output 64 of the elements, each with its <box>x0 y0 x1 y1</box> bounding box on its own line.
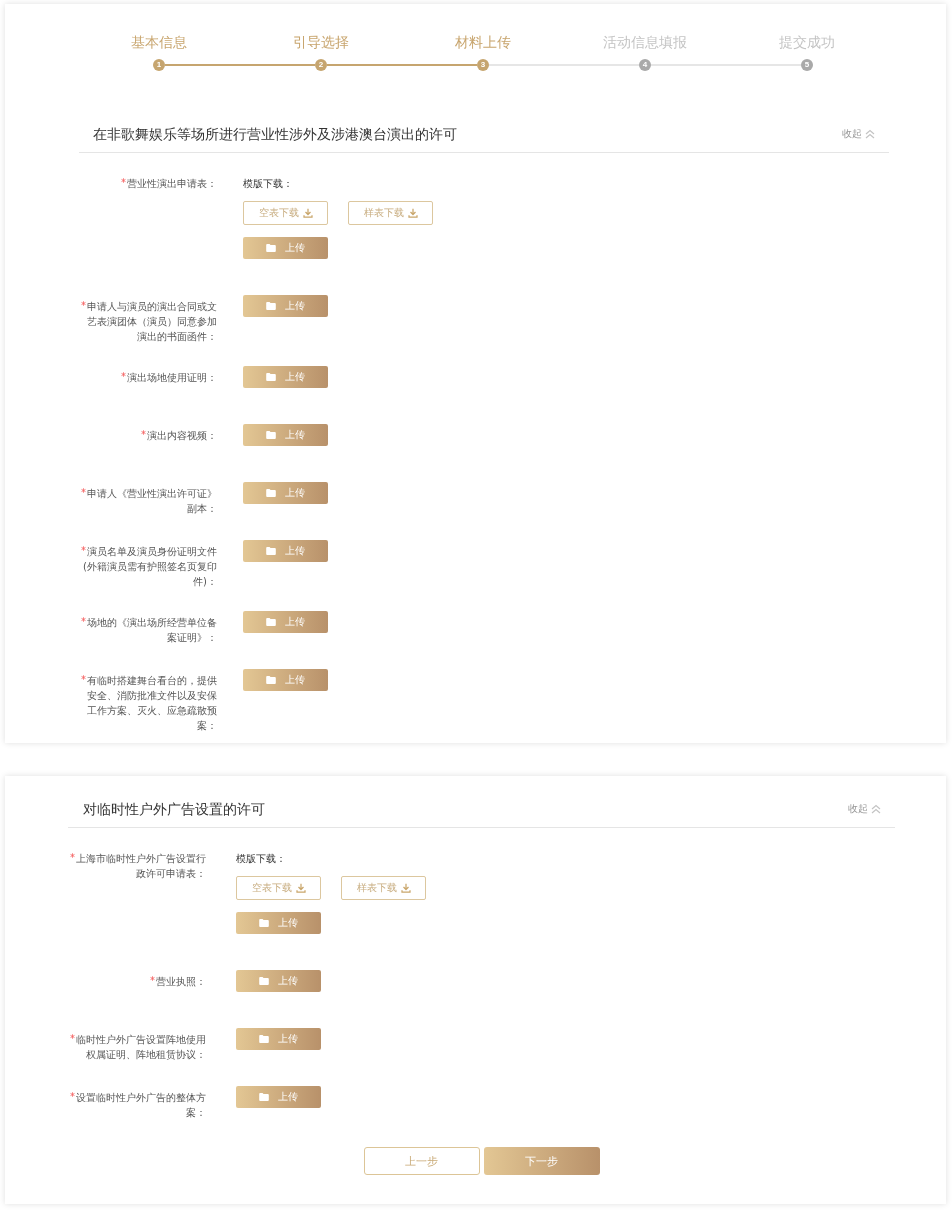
field-label: 营业执照： <box>156 976 206 987</box>
folder-icon <box>266 618 276 626</box>
step-circle: 2 <box>315 59 327 71</box>
step-circle: 1 <box>153 59 165 71</box>
upload-button[interactable]: 上传 <box>243 540 328 562</box>
upload-button[interactable]: 上传 <box>236 970 321 992</box>
download-icon <box>407 208 418 218</box>
folder-icon <box>266 676 276 684</box>
section-title: 对临时性户外广告设置的许可 <box>83 800 265 819</box>
download-button[interactable]: 样表下载 <box>341 876 426 900</box>
upload-button[interactable]: 上传 <box>236 1086 321 1108</box>
field-label: 演员名单及演员身份证明文件(外籍演员需有护照签名页复印件)： <box>83 546 217 587</box>
step-label: 材料上传 <box>455 34 511 50</box>
field-label: 演出场地使用证明： <box>127 372 217 383</box>
folder-icon <box>266 547 276 555</box>
upload-button[interactable]: 上传 <box>243 237 328 259</box>
field-label: 演出内容视频： <box>147 430 217 441</box>
folder-icon <box>266 373 276 381</box>
field-label: 申请人与演员的演出合同或文艺表演团体（演员）同意参加演出的书面函件： <box>87 301 217 342</box>
folder-icon <box>259 1093 269 1101</box>
field-label: 上海市临时性户外广告设置行政许可申请表： <box>76 853 206 879</box>
section-title: 在非歌舞娱乐等场所进行营业性涉外及涉港澳台演出的许可 <box>93 125 457 144</box>
upload-button[interactable]: 上传 <box>243 366 328 388</box>
step-circle: 5 <box>801 59 813 71</box>
download-button[interactable]: 空表下载 <box>243 201 328 225</box>
folder-icon <box>266 431 276 439</box>
template-download-label: 模版下载： <box>236 852 286 866</box>
upload-button[interactable]: 上传 <box>243 424 328 446</box>
folder-icon <box>259 1035 269 1043</box>
step-label: 提交成功 <box>779 34 835 50</box>
upload-button[interactable]: 上传 <box>236 912 321 934</box>
next-step-button[interactable]: 下一步 <box>483 1147 600 1175</box>
step-circle: 3 <box>477 59 489 71</box>
field-label: 设置临时性户外广告的整体方案： <box>76 1092 206 1118</box>
upload-button[interactable]: 上传 <box>243 669 328 691</box>
field-label: 有临时搭建舞台看台的，提供安全、消防批准文件以及安保工作方案、灭火、应急疏散预案： <box>87 675 217 731</box>
download-icon <box>400 883 411 893</box>
upload-button[interactable]: 上传 <box>243 482 328 504</box>
folder-icon <box>259 977 269 985</box>
collapse-toggle[interactable]: 收起 <box>842 127 875 141</box>
upload-button[interactable]: 上传 <box>243 611 328 633</box>
download-button[interactable]: 空表下载 <box>236 876 321 900</box>
chevron-double-up-icon <box>871 804 881 814</box>
field-label: 场地的《演出场所经营单位备案证明》： <box>87 617 217 643</box>
field-label: 临时性户外广告设置阵地使用权属证明、阵地租赁协议： <box>76 1034 206 1060</box>
chevron-double-up-icon <box>865 129 875 139</box>
field-label: 营业性演出申请表： <box>127 178 217 189</box>
folder-icon <box>259 919 269 927</box>
template-download-label: 模版下载： <box>243 177 293 191</box>
folder-icon <box>266 302 276 310</box>
download-icon <box>302 208 313 218</box>
folder-icon <box>266 489 276 497</box>
field-label: 申请人《营业性演出许可证》副本： <box>87 488 217 514</box>
previous-step-button[interactable]: 上一步 <box>363 1147 480 1175</box>
step-label: 基本信息 <box>131 34 187 50</box>
collapse-toggle[interactable]: 收起 <box>848 802 881 816</box>
download-icon <box>295 883 306 893</box>
upload-button[interactable]: 上传 <box>243 295 328 317</box>
download-button[interactable]: 样表下载 <box>348 201 433 225</box>
step-circle: 4 <box>639 59 651 71</box>
upload-button[interactable]: 上传 <box>236 1028 321 1050</box>
folder-icon <box>266 244 276 252</box>
step-label: 活动信息填报 <box>603 34 687 50</box>
step-label: 引导选择 <box>293 34 349 50</box>
